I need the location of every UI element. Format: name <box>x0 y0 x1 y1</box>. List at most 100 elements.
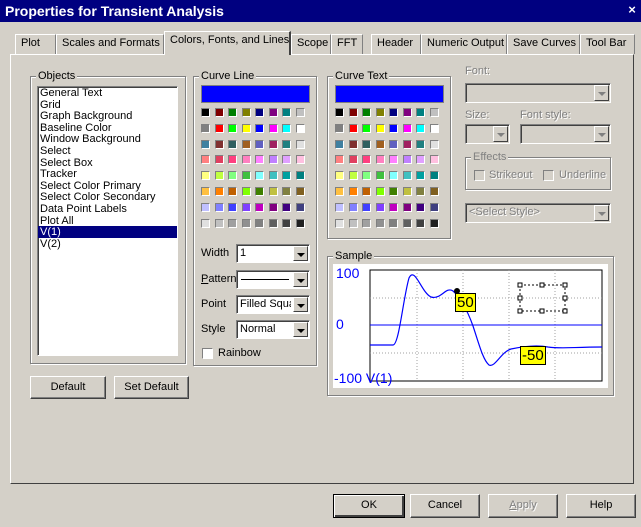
color-swatch[interactable] <box>389 171 398 181</box>
color-swatch[interactable] <box>348 155 358 165</box>
color-swatch[interactable] <box>348 123 358 133</box>
color-swatch[interactable] <box>214 202 224 212</box>
color-swatch[interactable] <box>255 123 264 133</box>
chevron-down-icon[interactable] <box>594 85 609 101</box>
color-swatch[interactable] <box>402 108 412 117</box>
color-swatch[interactable] <box>389 139 398 149</box>
color-swatch[interactable] <box>228 139 237 149</box>
color-swatch[interactable] <box>241 123 251 133</box>
color-swatch[interactable] <box>429 155 439 165</box>
color-swatch[interactable] <box>295 202 305 212</box>
color-swatch[interactable] <box>389 187 398 196</box>
color-swatch[interactable] <box>362 139 371 149</box>
list-item[interactable]: Data Point Labels <box>38 203 177 215</box>
color-swatch[interactable] <box>228 187 237 196</box>
objects-listbox[interactable]: General Text Grid Graph Background Baseline… <box>37 86 178 356</box>
color-swatch[interactable] <box>214 187 224 196</box>
color-swatch[interactable] <box>416 202 425 212</box>
color-swatch[interactable] <box>241 187 251 196</box>
color-swatch[interactable] <box>282 108 291 117</box>
color-swatch[interactable] <box>268 202 278 212</box>
color-swatch[interactable] <box>201 108 210 117</box>
color-swatch[interactable] <box>362 171 371 181</box>
color-swatch[interactable] <box>429 218 439 228</box>
color-swatch[interactable] <box>416 155 425 165</box>
list-item[interactable]: Grid <box>38 99 177 111</box>
color-swatch[interactable] <box>362 123 371 133</box>
color-swatch[interactable] <box>429 202 439 212</box>
color-swatch[interactable] <box>389 202 398 212</box>
color-swatch[interactable] <box>362 202 371 212</box>
color-swatch[interactable] <box>241 139 251 149</box>
point-combo[interactable]: Filled Squa <box>236 295 310 314</box>
color-swatch[interactable] <box>389 108 398 117</box>
color-swatch[interactable] <box>402 123 412 133</box>
color-swatch[interactable] <box>268 171 278 181</box>
strikeout-checkbox[interactable] <box>474 170 485 181</box>
close-icon[interactable]: × <box>625 3 639 17</box>
color-swatch[interactable] <box>416 218 425 228</box>
color-swatch[interactable] <box>268 139 278 149</box>
color-swatch[interactable] <box>282 139 291 149</box>
color-swatch[interactable] <box>402 155 412 165</box>
chevron-down-icon[interactable] <box>293 272 308 287</box>
pattern-combo[interactable] <box>236 270 310 289</box>
color-swatch[interactable] <box>375 218 385 228</box>
color-swatch[interactable] <box>416 171 425 181</box>
color-swatch[interactable] <box>282 218 291 228</box>
color-swatch[interactable] <box>375 108 385 117</box>
color-swatch[interactable] <box>255 108 264 117</box>
color-swatch[interactable] <box>335 139 344 149</box>
color-swatch[interactable] <box>228 218 237 228</box>
color-swatch[interactable] <box>255 155 264 165</box>
color-swatch[interactable] <box>375 171 385 181</box>
color-swatch[interactable] <box>255 139 264 149</box>
color-swatch[interactable] <box>241 155 251 165</box>
width-combo[interactable]: 1 <box>236 244 310 263</box>
color-swatch[interactable] <box>335 123 344 133</box>
color-swatch[interactable] <box>416 187 425 196</box>
color-swatch[interactable] <box>214 139 224 149</box>
tab-colors-fonts-lines[interactable]: Colors, Fonts, and Lines <box>164 31 291 55</box>
set-default-button[interactable]: Set Default <box>114 376 189 399</box>
list-item[interactable]: Graph Background <box>38 110 177 122</box>
ok-button[interactable]: OK <box>333 494 405 518</box>
cancel-button[interactable]: Cancel <box>410 494 480 518</box>
color-swatch[interactable] <box>214 218 224 228</box>
color-swatch[interactable] <box>201 218 210 228</box>
list-item[interactable]: Select <box>38 145 177 157</box>
color-swatch[interactable] <box>375 139 385 149</box>
color-swatch[interactable] <box>416 108 425 117</box>
color-swatch[interactable] <box>348 108 358 117</box>
color-swatch[interactable] <box>268 155 278 165</box>
color-swatch[interactable] <box>282 187 291 196</box>
color-swatch[interactable] <box>228 171 237 181</box>
tab-numeric-output[interactable]: Numeric Output <box>421 34 507 54</box>
color-swatch[interactable] <box>214 171 224 181</box>
color-swatch[interactable] <box>402 171 412 181</box>
color-swatch[interactable] <box>282 123 291 133</box>
color-swatch[interactable] <box>375 123 385 133</box>
color-swatch[interactable] <box>255 202 264 212</box>
color-swatch[interactable] <box>255 187 264 196</box>
color-swatch[interactable] <box>335 155 344 165</box>
color-swatch[interactable] <box>402 218 412 228</box>
color-swatch[interactable] <box>295 123 305 133</box>
color-swatch[interactable] <box>214 108 224 117</box>
color-swatch[interactable] <box>282 202 291 212</box>
color-swatch[interactable] <box>295 155 305 165</box>
tab-tool-bar[interactable]: Tool Bar <box>580 34 635 54</box>
color-swatch[interactable] <box>335 187 344 196</box>
tab-fft[interactable]: FFT <box>331 34 363 54</box>
color-swatch[interactable] <box>429 187 439 196</box>
color-swatch[interactable] <box>335 108 344 117</box>
color-swatch[interactable] <box>241 108 251 117</box>
color-swatch[interactable] <box>375 155 385 165</box>
color-swatch[interactable] <box>228 155 237 165</box>
color-swatch[interactable] <box>295 187 305 196</box>
style-combo[interactable]: Normal <box>236 320 310 339</box>
color-swatch[interactable] <box>429 123 439 133</box>
color-swatch[interactable] <box>362 108 371 117</box>
color-swatch[interactable] <box>201 155 210 165</box>
color-swatch[interactable] <box>228 202 237 212</box>
